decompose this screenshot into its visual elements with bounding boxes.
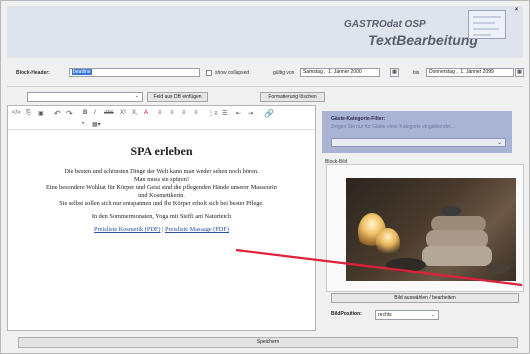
italic-icon[interactable]: I xyxy=(94,110,96,116)
align-justify-icon[interactable]: ≡ xyxy=(194,110,198,116)
image-position-select[interactable]: rechts ⌄ xyxy=(375,310,439,320)
editor-content: SPA erleben Die besten und schönsten Din… xyxy=(10,144,313,234)
block-header-input[interactable]: beatline xyxy=(69,68,200,77)
align-center-icon[interactable]: ≡ xyxy=(170,110,174,116)
bis-label: bis xyxy=(413,70,420,76)
spa-image xyxy=(346,178,516,281)
show-collapsed-label: show collapsed xyxy=(215,70,250,76)
chevron-down-icon: ⌄ xyxy=(134,93,139,99)
image-position-label: BildPosition: xyxy=(331,311,362,317)
bis-calendar-icon[interactable]: ▦ xyxy=(515,68,524,77)
show-collapsed-checkbox[interactable] xyxy=(206,70,212,76)
link-icon[interactable]: 🔗 xyxy=(264,109,274,118)
source-icon[interactable]: </> xyxy=(12,110,21,116)
preview-thumbnail xyxy=(468,10,506,39)
image-position-value: rechts xyxy=(378,312,392,318)
align-right-icon[interactable]: ≡ xyxy=(182,110,186,116)
guest-category-filter: Gäste-Kategorie-Filter: Zeigen Sie nur f… xyxy=(322,111,512,153)
content-p6: In den Sommermonaten, Yoga mit Steffi am… xyxy=(91,213,232,220)
filter-title: Gäste-Kategorie-Filter: xyxy=(331,116,386,122)
save-button[interactable]: Speichern xyxy=(18,337,518,348)
bis-date-picker[interactable]: Donnerstag , 1. Jänner 2099 xyxy=(426,68,514,77)
block-header-label: Block-Header: xyxy=(16,70,50,76)
divider xyxy=(7,86,523,87)
subscript-icon[interactable]: X, xyxy=(132,110,138,116)
block-header-value: beatline xyxy=(72,69,92,75)
chevron-down-icon: ⌄ xyxy=(496,140,502,146)
bold-icon[interactable]: B xyxy=(83,110,87,116)
outdent-icon[interactable]: ⇤ xyxy=(236,110,241,117)
content-p5: Sie selbst sollen sich nur entspannen un… xyxy=(59,200,264,207)
von-date: 1. Jänner 2000 xyxy=(328,69,362,75)
superscript-icon[interactable]: X² xyxy=(120,110,126,116)
clear-formatting-button[interactable]: Formatierung löschen xyxy=(260,92,325,102)
select-image-button[interactable]: Bild auswählen / bearbeiten xyxy=(331,293,519,303)
gueltig-von-label: gültig von xyxy=(273,70,295,76)
von-day: Samstag xyxy=(303,69,323,75)
von-date-picker[interactable]: Samstag , 1. Jänner 2000 xyxy=(300,68,380,77)
chevron-down-icon: ⌄ xyxy=(430,312,435,318)
bis-date: 1. Jänner 2099 xyxy=(460,69,494,75)
app-window: GASTROdat OSP TextBearbeitung × Block-He… xyxy=(0,0,530,354)
pricelist-cosmetic-link[interactable]: Preisliste Kosmetik (PDF) xyxy=(94,226,160,233)
undo-icon[interactable]: ↶ xyxy=(54,109,61,118)
filter-dropdown[interactable]: ⌄ xyxy=(331,138,506,147)
ordered-list-icon[interactable]: ⋮≡ xyxy=(208,110,218,117)
close-icon[interactable]: × xyxy=(513,7,520,14)
field-select-dropdown[interactable]: ⌄ xyxy=(27,92,143,102)
content-p2: Man muss sie spüren! xyxy=(133,176,190,183)
redo-icon[interactable]: ↷ xyxy=(66,109,73,118)
indent-icon[interactable]: ⇥ xyxy=(248,110,253,117)
paste-icon[interactable]: ▣ xyxy=(38,110,44,117)
editor-toolbar: </> ⎘ ▣ ↶ ↷ B I abc X² X, A ≡ ≡ ≡ ≡ ⋮≡ ☰… xyxy=(8,106,315,130)
strikethrough-icon[interactable]: abc xyxy=(104,110,114,116)
content-p3: Eine besondere Wohltat für Körper und Ge… xyxy=(46,184,277,191)
text-color-icon[interactable]: A xyxy=(144,110,148,116)
align-left-icon[interactable]: ≡ xyxy=(158,110,162,116)
content-p4: und Kosmetikerin. xyxy=(138,192,185,199)
content-heading: SPA erleben xyxy=(130,144,193,158)
insert-db-field-button[interactable]: Feld aus DB einfügen xyxy=(147,92,208,102)
table-icon[interactable]: ▦▾ xyxy=(92,121,101,128)
brand-title: GASTROdat OSP xyxy=(344,19,426,30)
unordered-list-icon[interactable]: ☰ xyxy=(222,110,227,117)
filter-hint: Zeigen Sie nur für Gäste einer Kategorie… xyxy=(331,124,455,130)
von-calendar-icon[interactable]: ▦ xyxy=(390,68,399,77)
content-p1: Die besten und schönsten Dinge der Welt … xyxy=(64,168,259,175)
bis-day: Donnerstag xyxy=(429,69,455,75)
text-editor[interactable]: </> ⎘ ▣ ↶ ↷ B I abc X² X, A ≡ ≡ ≡ ≡ ⋮≡ ☰… xyxy=(7,105,316,331)
copy-icon[interactable]: ⎘ xyxy=(26,110,31,117)
pricelist-massage-link[interactable]: Preisliste Massage (PDF) xyxy=(165,226,229,233)
brand-subtitle: TextBearbeitung xyxy=(368,32,478,48)
bullet-icon[interactable]: • xyxy=(82,121,84,127)
